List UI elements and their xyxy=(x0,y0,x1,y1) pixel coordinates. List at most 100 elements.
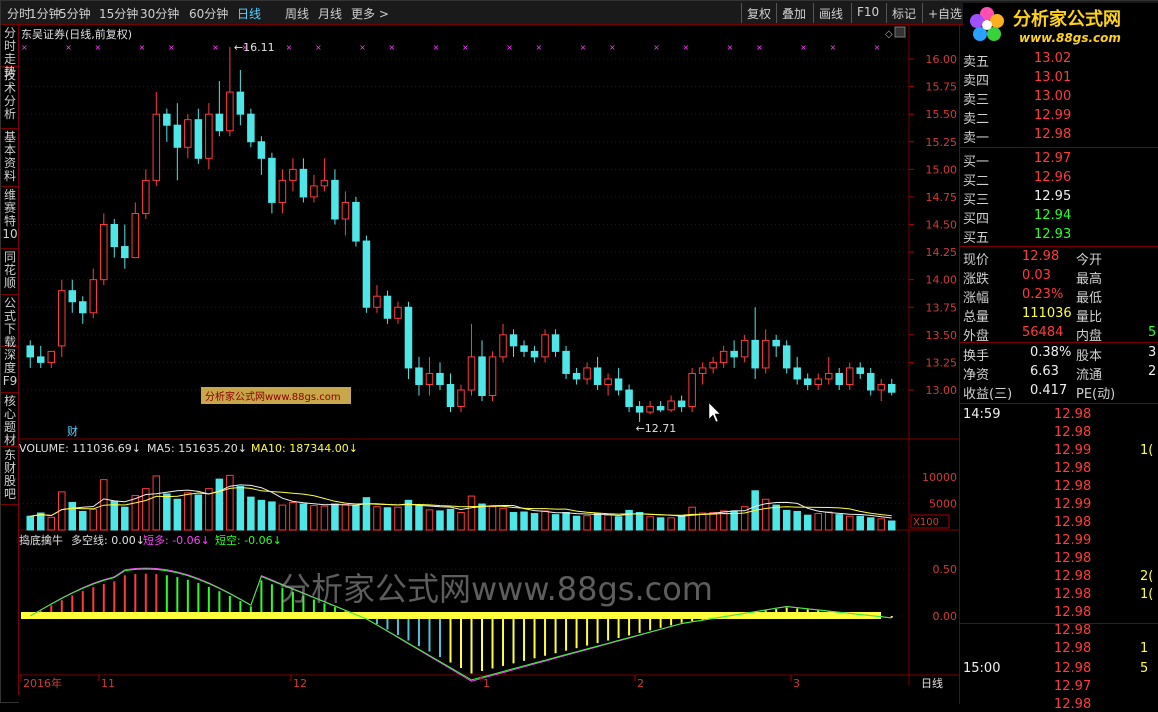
period-tab-8[interactable]: 月线 xyxy=(318,5,342,22)
sidebar-tab-3[interactable]: 维赛特10 xyxy=(1,187,19,249)
tick-price: 12.98 xyxy=(1054,479,1092,494)
sidebar-tab-6[interactable]: 深度F9 xyxy=(1,347,19,393)
candle-body xyxy=(121,246,129,259)
period-tab-3[interactable]: 15分钟 xyxy=(99,5,138,22)
volume-bar xyxy=(320,505,329,531)
panel-divider xyxy=(960,342,1158,343)
candle-body xyxy=(740,339,749,358)
tick-price: 12.98 xyxy=(1054,697,1092,712)
bid-label: 买三 xyxy=(963,193,990,208)
volume-bar xyxy=(415,504,423,531)
volume-bar xyxy=(572,515,581,531)
signal-marker: × xyxy=(389,43,396,52)
stat-label-2: 最高 xyxy=(1076,272,1103,287)
signal-marker: × xyxy=(800,43,807,52)
stat-label: 现价 xyxy=(963,253,990,268)
period-tab-2[interactable]: 5分钟 xyxy=(59,5,91,22)
sidebar-tab-0[interactable]: 分时走势 xyxy=(1,25,19,79)
volume-bar xyxy=(478,503,486,531)
sidebar-tab-7[interactable]: 核心题材 xyxy=(1,393,19,447)
bid-label: 买二 xyxy=(963,174,990,189)
price-axis-label: 15.00 xyxy=(926,163,958,176)
sidebar-tab-5[interactable]: 公式下载 xyxy=(1,295,19,349)
candle-body xyxy=(530,350,539,358)
period-tab-0[interactable]: 分时 xyxy=(7,5,31,22)
candle-body xyxy=(352,201,360,242)
candle-body xyxy=(667,400,675,411)
signal-marker: × xyxy=(168,43,175,52)
date-axis-label: 2016年 xyxy=(23,676,62,690)
price-axis-label: 13.25 xyxy=(926,356,958,369)
volume-bar xyxy=(47,516,56,531)
sidebar-tab-2[interactable]: 基本资料 xyxy=(1,129,19,187)
ask-price: 13.00 xyxy=(1034,89,1072,104)
tick-price: 12.98 xyxy=(1054,425,1092,440)
volume-bar xyxy=(551,514,560,531)
candle-body xyxy=(866,372,875,391)
stat-value-2: 5 xyxy=(1148,325,1157,340)
toolbar-button-3[interactable]: F10 xyxy=(857,5,879,19)
toolbar-button-5[interactable]: +自选 xyxy=(928,5,962,22)
volume-bar xyxy=(488,506,497,531)
tick-price: 12.98 xyxy=(1054,461,1092,476)
toolbar-button-4[interactable]: 标记 xyxy=(892,5,916,22)
candle-body xyxy=(824,372,833,380)
candle-body xyxy=(205,113,213,159)
period-tab-1[interactable]: 1分钟 xyxy=(29,5,61,22)
toolbar-separator xyxy=(741,3,742,23)
volume-bar xyxy=(688,506,696,531)
candle-body xyxy=(593,367,602,385)
candle-body xyxy=(163,113,171,126)
volume-bar xyxy=(803,514,812,531)
period-tab-5[interactable]: 60分钟 xyxy=(189,5,228,22)
sidebar-tab-4[interactable]: 同花顺 xyxy=(1,249,19,295)
toolbar-button-2[interactable]: 画线 xyxy=(819,5,843,22)
candle-body xyxy=(845,367,854,385)
candle-body xyxy=(142,179,150,214)
indicator-name: 捣底擒牛 xyxy=(19,533,63,547)
candle-body xyxy=(719,350,728,363)
volume-unit: X100 xyxy=(913,517,939,528)
sidebar-tab-1[interactable]: 技术分析 xyxy=(1,67,19,129)
volume-bar xyxy=(656,517,665,531)
volume-bar xyxy=(614,516,623,531)
candle-body xyxy=(310,185,318,198)
candle-body xyxy=(131,212,140,259)
indicator-dd: 短多: -0.06↓ xyxy=(143,533,210,547)
signal-marker: × xyxy=(212,43,219,52)
date-axis-label: 12 xyxy=(293,677,307,690)
signal-marker: × xyxy=(580,43,587,52)
tick-price: 12.98 xyxy=(1054,515,1092,530)
toolbar-button-0[interactable]: 复权 xyxy=(747,5,771,22)
volume-bar xyxy=(593,513,602,531)
volume-bar xyxy=(362,497,371,531)
price-axis-label: 15.75 xyxy=(926,81,958,94)
candle-body xyxy=(299,168,308,198)
candle-body xyxy=(467,356,476,391)
kline-chart[interactable]: 东吴证券(日线,前复权) 16.00 15.75 15.50 15.25 15.00 14.… xyxy=(19,25,959,704)
period-tab-7[interactable]: 周线 xyxy=(285,5,309,22)
candle-body xyxy=(110,224,119,248)
volume-bar xyxy=(425,509,434,531)
candle-body xyxy=(656,406,665,411)
candle-body xyxy=(698,367,707,374)
candle-body xyxy=(835,372,843,385)
volume-bar xyxy=(299,503,308,531)
stat-label-2: 今开 xyxy=(1076,253,1103,268)
kline-chart-area[interactable]: 东吴证券(日线,前复权) 16.00 15.75 15.50 15.25 15.00 14.… xyxy=(19,25,959,707)
tick-volume: 1 xyxy=(1140,641,1149,656)
period-tab-4[interactable]: 30分钟 xyxy=(140,5,179,22)
period-tab-9[interactable]: 更多 > xyxy=(351,5,389,22)
watermark-box: 分析家公式网www.88gs.com xyxy=(205,390,341,403)
volume-bar xyxy=(866,517,875,531)
tick-price: 12.99 xyxy=(1054,533,1092,548)
candle-body xyxy=(100,224,108,281)
period-tab-6[interactable]: 日线 xyxy=(237,5,261,22)
candle-body xyxy=(257,141,266,159)
volume-bar xyxy=(226,474,234,531)
sidebar-tab-8[interactable]: 东财股吧 xyxy=(1,447,19,505)
candle-body xyxy=(37,356,45,363)
toolbar-button-1[interactable]: 叠加 xyxy=(782,5,806,22)
period-label: 日线 xyxy=(921,676,943,690)
tick-volume: 5 xyxy=(1140,661,1149,676)
